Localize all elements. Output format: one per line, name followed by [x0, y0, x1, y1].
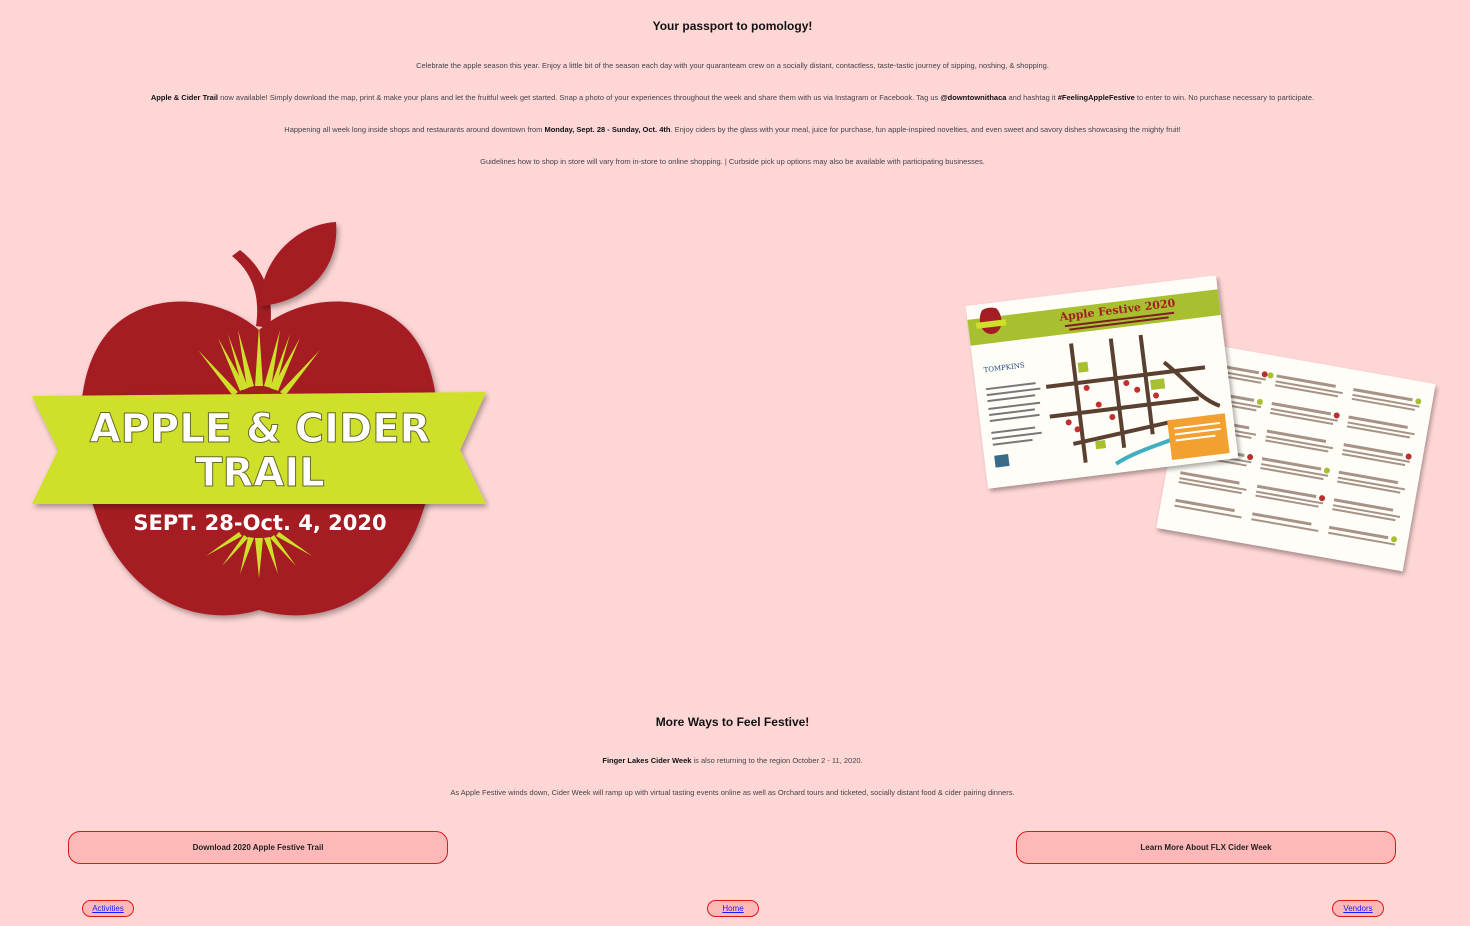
nav-home-link[interactable]: Home [722, 904, 743, 913]
hashtag: #FeelingAppleFestive [1057, 93, 1135, 102]
intro-paragraph-2-text-2: and hashtag it [1006, 93, 1058, 102]
event-dates: Monday, Sept. 28 - Sunday, Oct. 4th [544, 125, 671, 134]
trail-map-image: Apple Festive 2020 TOMPKINS [966, 276, 1436, 572]
intro-paragraph-2-text-3: to enter to win. No purchase necessary t… [1134, 93, 1315, 102]
cider-week-name: Finger Lakes Cider Week [602, 756, 692, 765]
intro-paragraph-4: Guidelines how to shop in store will var… [480, 157, 985, 166]
logo-title-line-1: APPLE & CIDER [90, 406, 431, 452]
instagram-handle: @downtownithaca [940, 93, 1007, 102]
learn-cider-week-button-label: Learn More About FLX Cider Week [1140, 843, 1272, 852]
intro-paragraph-2-text-1: now available! Simply download the map, … [218, 93, 941, 102]
apple-leaf [260, 222, 337, 306]
logo-dates: SEPT. 28-Oct. 4, 2020 [133, 511, 386, 535]
learn-cider-week-button[interactable]: Learn More About FLX Cider Week [1016, 831, 1396, 864]
nav-vendors-button[interactable]: Vendors [1332, 900, 1384, 917]
nav-home-button[interactable]: Home [707, 900, 759, 917]
intro-paragraph-3-text-2: . Enjoy ciders by the glass with your me… [670, 125, 1181, 134]
nav-activities-button[interactable]: Activities [82, 900, 134, 917]
intro-paragraph-2: Apple & Cider Trail now available! Simpl… [0, 93, 1465, 102]
logo-title-line-2: TRAIL [195, 450, 324, 496]
cider-week-paragraph-text: is also returning to the region October … [691, 756, 863, 765]
cider-week-paragraph: Finger Lakes Cider Week is also returnin… [0, 756, 1465, 765]
map-page: Apple Festive 2020 TOMPKINS [966, 276, 1239, 489]
download-trail-button-label: Download 2020 Apple Festive Trail [192, 843, 324, 852]
intro-paragraph-1: Celebrate the apple season this year. En… [416, 61, 1049, 70]
download-trail-button[interactable]: Download 2020 Apple Festive Trail [68, 831, 448, 864]
more-ways-title: More Ways to Feel Festive! [655, 715, 810, 729]
cider-week-details-paragraph: As Apple Festive winds down, Cider Week … [450, 788, 1015, 797]
intro-paragraph-3: Happening all week long inside shops and… [0, 125, 1465, 134]
nav-vendors-link[interactable]: Vendors [1343, 904, 1372, 913]
nav-activities-link[interactable]: Activities [92, 904, 124, 913]
apple-cider-trail-label: Apple & Cider Trail [150, 93, 218, 102]
apple-cider-trail-logo: APPLE & CIDER TRAIL SEPT. 28-Oct. 4, 202… [32, 222, 486, 616]
page-title: Your passport to pomology! [652, 19, 813, 33]
intro-paragraph-3-text-1: Happening all week long inside shops and… [284, 125, 545, 134]
